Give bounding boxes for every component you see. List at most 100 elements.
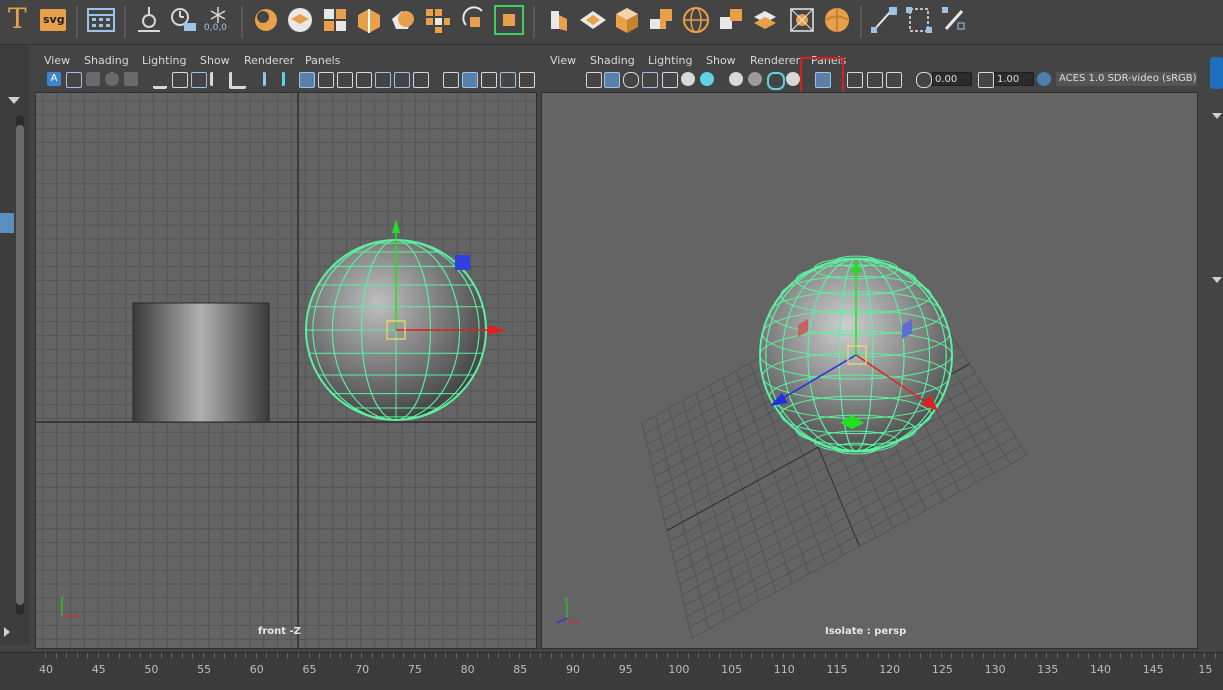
menu-lighting[interactable]: Lighting xyxy=(648,54,692,67)
layer-stack-icon[interactable] xyxy=(750,5,780,35)
smooth-shade-icon[interactable] xyxy=(604,72,620,88)
menu-panels[interactable]: Panels xyxy=(305,54,340,67)
sphere-wire-icon[interactable] xyxy=(681,5,711,35)
light-bulb-icon[interactable] xyxy=(681,72,695,86)
menu-show[interactable]: Show xyxy=(200,54,230,67)
motion-blur-icon[interactable] xyxy=(748,72,762,86)
color-management-icon[interactable] xyxy=(1037,72,1051,86)
dropdown-arrow-icon[interactable] xyxy=(1212,277,1222,283)
frame-tick xyxy=(403,653,405,658)
extrude-icon[interactable] xyxy=(354,5,384,35)
menu-renderer[interactable]: Renderer xyxy=(750,54,800,67)
frame-tick xyxy=(614,653,615,658)
field-chart-icon[interactable] xyxy=(375,72,391,88)
cylinder-object[interactable] xyxy=(132,302,270,423)
wireframe-on-shaded-icon[interactable] xyxy=(481,72,497,88)
menu-shading[interactable]: Shading xyxy=(590,54,635,67)
curve-tool-icon[interactable] xyxy=(869,5,899,35)
snap-tool-icon[interactable] xyxy=(168,5,198,35)
cube-split-icon[interactable] xyxy=(320,5,350,35)
menu-show[interactable]: Show xyxy=(706,54,736,67)
xray-icon[interactable] xyxy=(847,72,863,88)
select-camera-icon[interactable]: A xyxy=(47,72,61,86)
paint-select-icon[interactable] xyxy=(494,5,524,35)
svg-tool-icon[interactable]: svg xyxy=(38,5,68,35)
frame-tick xyxy=(919,653,921,658)
camera-attributes-icon[interactable] xyxy=(66,72,82,88)
exposure-icon[interactable] xyxy=(916,72,932,88)
gamma-field[interactable] xyxy=(994,72,1034,86)
frame-tick xyxy=(972,653,974,658)
isolate-select-icon[interactable] xyxy=(815,72,831,88)
screen-space-ao-icon[interactable] xyxy=(729,72,743,86)
menu-view[interactable]: View xyxy=(44,54,70,67)
camera-lock-icon[interactable] xyxy=(172,72,188,88)
menu-view[interactable]: View xyxy=(550,54,576,67)
persp-viewport[interactable]: y x Isolate : persp xyxy=(541,92,1198,649)
frame-tick xyxy=(192,653,194,658)
exposure-field[interactable] xyxy=(932,72,972,86)
viewport-capture-icon[interactable] xyxy=(191,72,207,88)
gate-mask-icon[interactable] xyxy=(356,72,372,88)
measure-tool-icon[interactable] xyxy=(134,5,164,35)
sphere-color-icon[interactable] xyxy=(822,5,852,35)
connect-icon[interactable] xyxy=(646,5,676,35)
rotate-icon[interactable] xyxy=(460,5,490,35)
resolution-gate-icon[interactable] xyxy=(210,72,227,86)
safe-action-icon[interactable] xyxy=(394,72,410,88)
menu-shading[interactable]: Shading xyxy=(84,54,129,67)
frame-tick xyxy=(635,653,637,658)
type-layout-icon[interactable] xyxy=(86,5,116,35)
default-material-icon[interactable] xyxy=(623,72,639,88)
camera-bookmark-icon[interactable] xyxy=(229,72,246,89)
split-polygon-icon[interactable] xyxy=(422,5,452,35)
resolution-gate-toggle-icon[interactable] xyxy=(337,72,353,88)
menu-renderer[interactable]: Renderer xyxy=(244,54,294,67)
anti-aliasing-icon[interactable] xyxy=(767,72,785,90)
wireframe-icon[interactable] xyxy=(586,72,602,88)
2d-pan-icon[interactable] xyxy=(124,72,138,86)
wireframe-icon[interactable] xyxy=(443,72,459,88)
xray-components-icon[interactable] xyxy=(886,72,902,88)
frame-tick xyxy=(761,653,763,658)
bookmark-icon[interactable] xyxy=(86,72,100,86)
cube-flip-icon[interactable] xyxy=(716,5,746,35)
color-space-label[interactable]: ACES 1.0 SDR-video (sRGB) xyxy=(1056,72,1197,86)
paint-brush-icon[interactable] xyxy=(268,72,285,86)
depth-of-field-icon[interactable] xyxy=(786,72,800,86)
plane-icon[interactable] xyxy=(578,5,608,35)
grease-pencil-icon[interactable] xyxy=(153,72,167,89)
xray-joints-icon[interactable] xyxy=(867,72,883,88)
front-viewport[interactable]: y x front -Z xyxy=(35,92,537,649)
lights-icon[interactable] xyxy=(519,72,535,88)
textured-icon[interactable] xyxy=(500,72,516,88)
image-plane-icon[interactable] xyxy=(105,72,119,86)
resize-tool-icon[interactable] xyxy=(904,5,934,35)
lattice-icon[interactable] xyxy=(251,5,281,35)
dropdown-arrow-icon[interactable] xyxy=(8,97,20,104)
smooth-shade-icon[interactable] xyxy=(462,72,478,88)
smooth-icon[interactable] xyxy=(388,5,418,35)
expand-arrow-icon[interactable] xyxy=(4,627,10,637)
frame-tick xyxy=(856,653,858,658)
dropdown-arrow-icon[interactable] xyxy=(1212,113,1222,119)
frame-tick xyxy=(1141,653,1142,658)
textured-icon[interactable] xyxy=(642,72,658,88)
text-tool-icon[interactable]: T xyxy=(5,2,35,35)
safe-title-icon[interactable] xyxy=(413,72,429,88)
film-gate-icon[interactable] xyxy=(318,72,334,88)
polygon-layer-icon[interactable] xyxy=(285,5,315,35)
snowflake-icon[interactable]: 0,0,0 xyxy=(203,5,233,35)
gamma-icon[interactable] xyxy=(978,72,994,88)
cube-icon[interactable] xyxy=(612,5,642,35)
menu-lighting[interactable]: Lighting xyxy=(142,54,186,67)
bounding-box-icon[interactable] xyxy=(787,5,817,35)
scroll-thumb[interactable] xyxy=(16,125,24,605)
shadows-icon[interactable] xyxy=(700,72,714,86)
grid-toggle-icon[interactable] xyxy=(299,72,315,88)
time-slider[interactable]: 40 45 50 55 60 65 70 75 80 85 90 95 100 105 110 115 120 1… xyxy=(0,652,1223,690)
use-all-lights-icon[interactable] xyxy=(662,72,678,88)
pen-icon[interactable] xyxy=(249,72,266,86)
brush-tool-icon[interactable] xyxy=(940,5,970,35)
bevel-icon[interactable] xyxy=(543,5,573,35)
